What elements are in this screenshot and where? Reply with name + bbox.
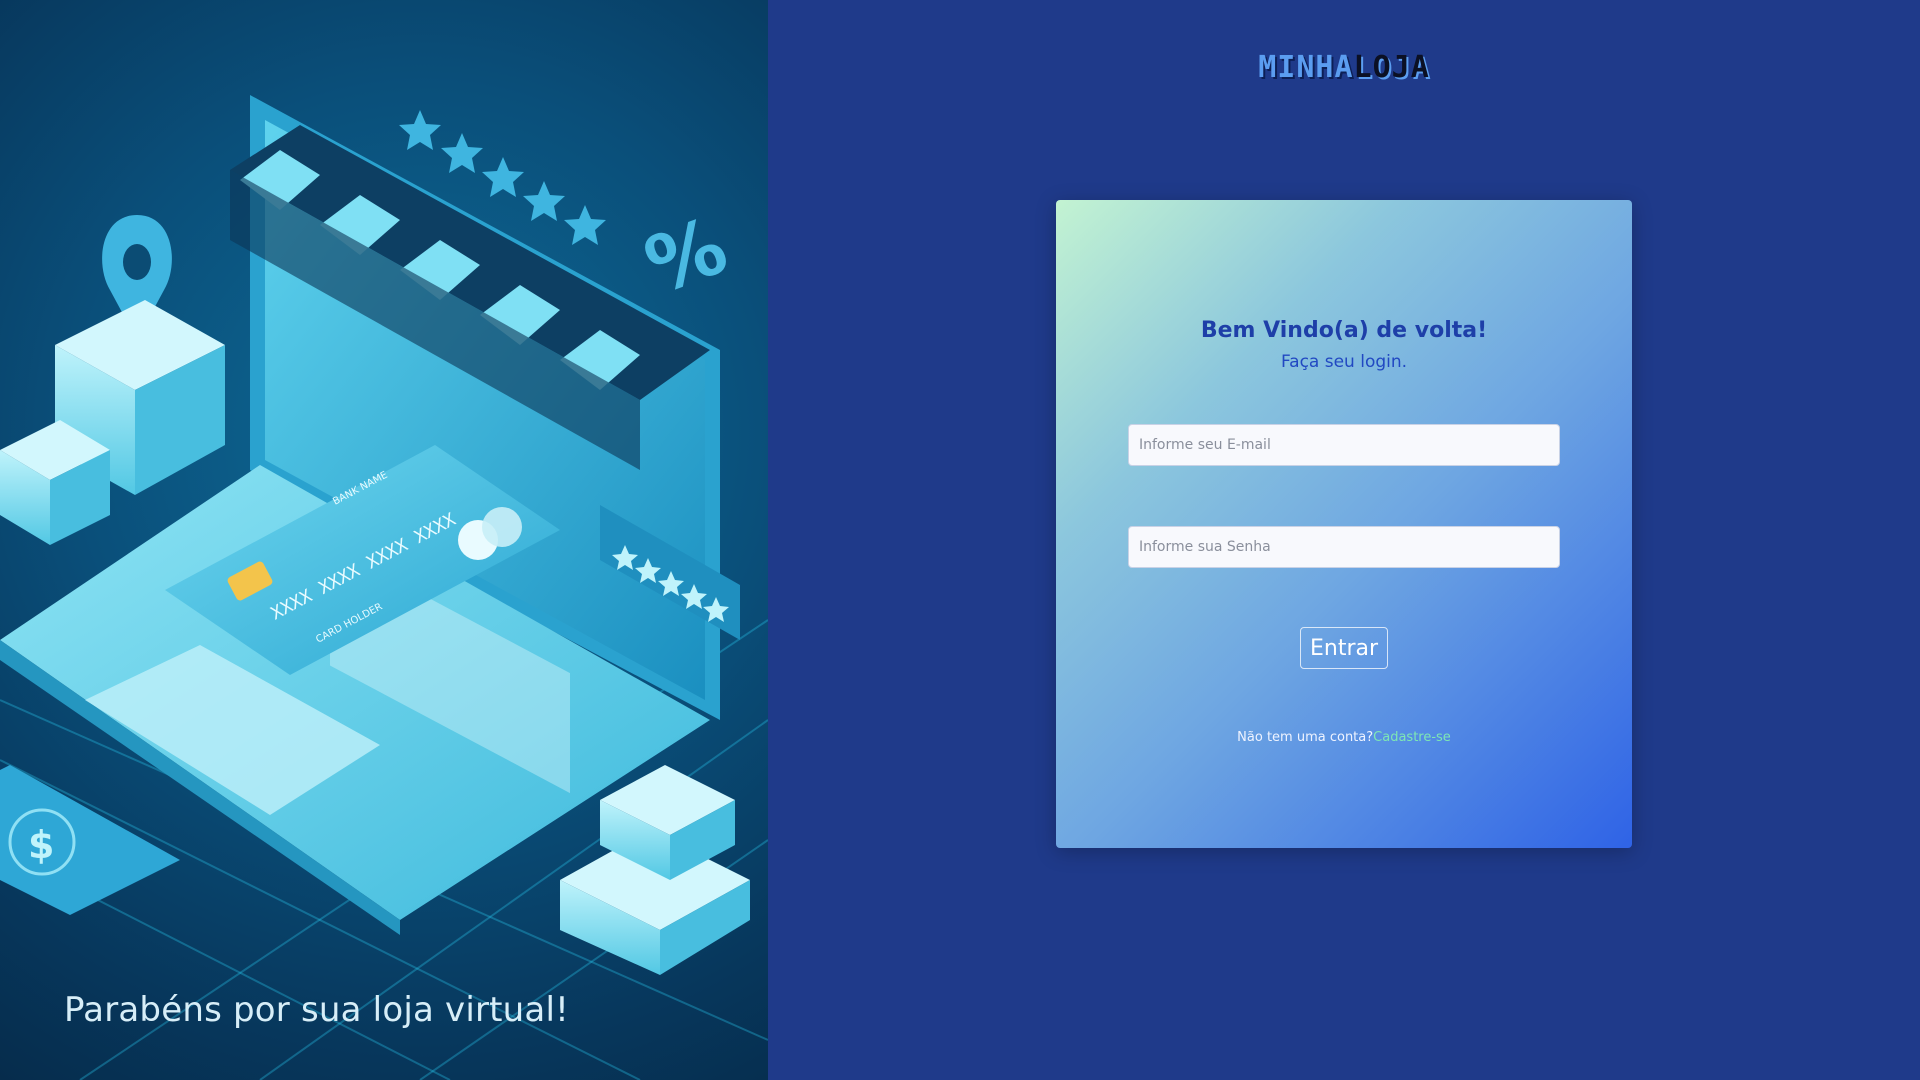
login-title: Bem Vindo(a) de volta! — [1200, 318, 1488, 343]
signup-link[interactable]: Cadastre-se — [1373, 730, 1451, 745]
brand-logo-part2: LOJA — [1353, 50, 1430, 85]
brand-logo-part1: MINHA — [1258, 50, 1354, 85]
password-input[interactable] — [1128, 526, 1560, 568]
money-bill: $ — [0, 765, 180, 915]
login-submit-button[interactable]: Entrar — [1300, 627, 1388, 669]
gift-box-left — [0, 300, 225, 545]
login-card: Bem Vindo(a) de volta! Faça seu login. E… — [1056, 200, 1632, 848]
percent-symbol: % — [634, 201, 738, 312]
email-input[interactable] — [1128, 424, 1560, 466]
dollar-icon: $ — [28, 823, 54, 867]
illustration-tagline: Parabéns por sua loja virtual! — [64, 990, 569, 1030]
login-panel: MINHALOJA Bem Vindo(a) de volta! Faça se… — [768, 0, 1920, 1080]
login-subtitle: Faça seu login. — [1280, 352, 1408, 372]
signup-prompt: Não tem uma conta?Cadastre-se — [1056, 730, 1632, 745]
ecommerce-illustration: XXXX XXXX XXXX XXXX BANK NAME CARD HOLDE… — [0, 95, 768, 1080]
brand-logo[interactable]: MINHALOJA — [768, 50, 1920, 85]
illustration-panel: XXXX XXXX XXXX XXXX BANK NAME CARD HOLDE… — [0, 0, 768, 1080]
signup-prompt-text: Não tem uma conta? — [1237, 730, 1374, 745]
